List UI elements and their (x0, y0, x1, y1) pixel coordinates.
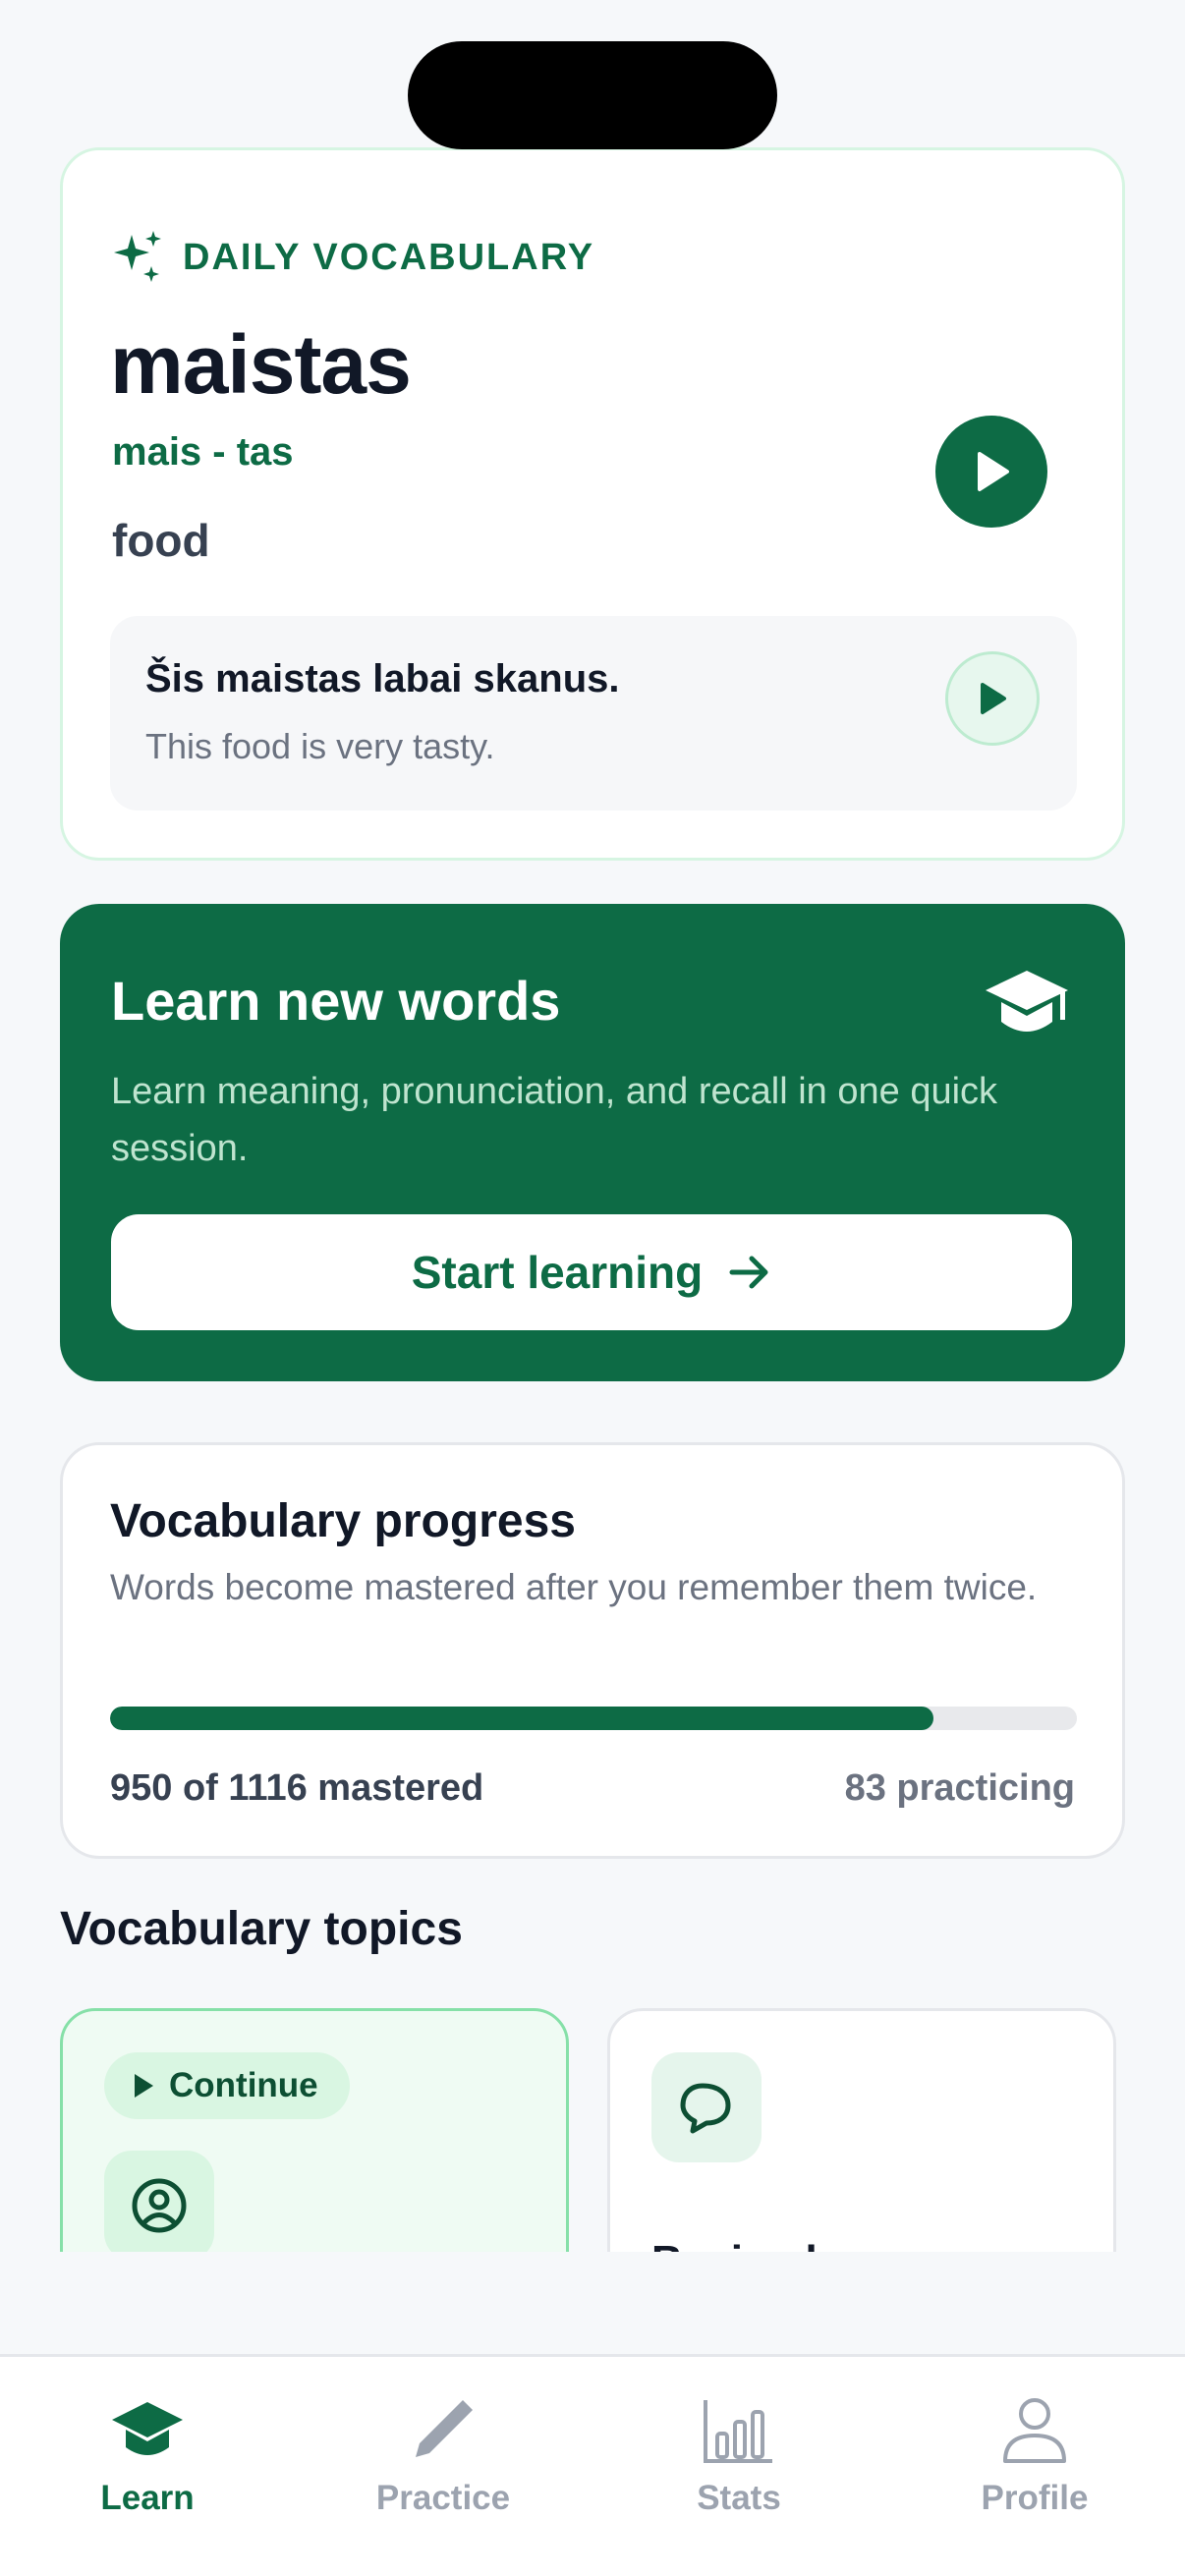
tab-profile[interactable]: Profile (936, 2396, 1133, 2544)
topic-card-current[interactable]: Continue (60, 2008, 569, 2252)
continue-label: Continue (169, 2066, 318, 2104)
daily-vocabulary-label: DAILY VOCABULARY (183, 236, 595, 278)
start-learning-label: Start learning (411, 1247, 704, 1298)
learn-new-words-card: Learn new words Learn meaning, pronuncia… (60, 904, 1125, 1381)
practicing-count: 83 practicing (844, 1767, 1075, 1809)
progress-bar (110, 1707, 1077, 1730)
topic-icon-box (651, 2052, 762, 2162)
arrow-right-icon (729, 1256, 768, 1289)
start-learning-button[interactable]: Start learning (111, 1214, 1072, 1330)
pencil-icon (416, 2400, 473, 2457)
play-icon (135, 2074, 153, 2098)
play-word-audio-button[interactable] (935, 416, 1047, 528)
learn-description: Learn meaning, pronunciation, and recall… (111, 1071, 998, 1169)
tab-practice[interactable]: Practice (345, 2396, 541, 2544)
tab-learn[interactable]: Learn (49, 2396, 246, 2544)
example-sentence: Šis maistas labai skanus. (145, 657, 620, 700)
screen: DAILY VOCABULARY maistas mais - tas food… (0, 0, 1185, 2576)
tab-stats[interactable]: Stats (641, 2396, 837, 2544)
daily-vocabulary-card: DAILY VOCABULARY maistas mais - tas food… (60, 147, 1125, 861)
bar-chart-icon (704, 2400, 772, 2463)
daily-word: maistas (110, 318, 412, 411)
play-icon (978, 452, 1009, 491)
user-circle-icon (132, 2178, 187, 2233)
chat-bubbles-icon (680, 2083, 731, 2134)
progress-title: Vocabulary progress (110, 1495, 576, 1547)
sparkle-icon (114, 231, 161, 282)
topic-name: Basic phrases (651, 2237, 944, 2252)
tab-label: Profile (981, 2479, 1089, 2517)
scroll-content[interactable]: DAILY VOCABULARY maistas mais - tas food… (0, 0, 1185, 2252)
progress-bar-fill (110, 1707, 933, 1730)
mastered-count: 950 of 1116 mastered (110, 1767, 484, 1809)
graduation-cap-icon (112, 2402, 183, 2455)
tab-label: Learn (100, 2479, 195, 2517)
tab-label: Practice (375, 2479, 511, 2517)
daily-word-meaning: food (112, 515, 210, 566)
tab-label: Stats (697, 2479, 781, 2517)
dynamic-island (408, 41, 777, 149)
learn-title: Learn new words (111, 970, 561, 1032)
topic-card-basic-phrases[interactable]: Basic phrases (607, 2008, 1116, 2252)
vocabulary-progress-card: Vocabulary progress Words become mastere… (60, 1442, 1125, 1859)
daily-vocabulary-header: DAILY VOCABULARY (110, 229, 594, 286)
bottom-tab-bar: Learn Practice Stats Profile (0, 2354, 1185, 2576)
continue-button[interactable]: Continue (104, 2052, 350, 2119)
example-translation: This food is very tasty. (145, 726, 495, 766)
play-example-audio-button[interactable] (945, 651, 1040, 746)
daily-word-phonetic: mais - tas (112, 430, 294, 474)
play-icon (981, 683, 1006, 714)
topic-icon-box (104, 2151, 214, 2252)
progress-description: Words become mastered after you remember… (110, 1567, 1038, 1607)
vocabulary-topics-heading: Vocabulary topics (60, 1903, 463, 1955)
example-sentence-box: Šis maistas labai skanus. This food is v… (110, 616, 1077, 811)
person-icon (1003, 2398, 1066, 2463)
graduation-cap-icon (986, 971, 1068, 1032)
